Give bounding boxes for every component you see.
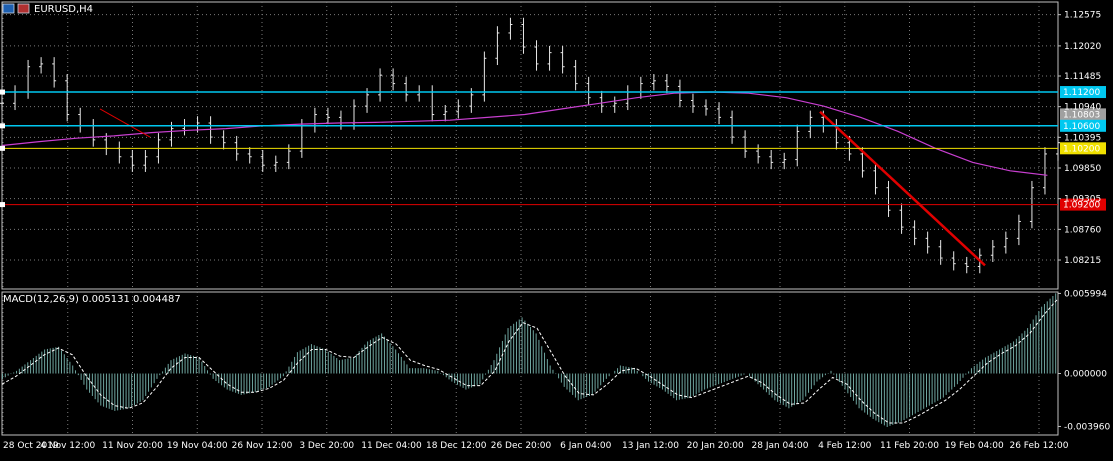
- time-tick-label: 4 Nov 12:00: [40, 441, 95, 451]
- trend-line[interactable]: [99, 108, 986, 267]
- macd-tick-label: -0.003960: [1064, 422, 1110, 432]
- price-tick-label: 1.12575: [1064, 11, 1101, 21]
- level-handle[interactable]: [0, 202, 5, 208]
- time-tick-label: 3 Dec 20:00: [299, 441, 354, 451]
- time-tick-label: 11 Nov 20:00: [102, 441, 163, 451]
- time-tick-label: 13 Jan 12:00: [622, 441, 679, 451]
- time-tick-label: 28 Jan 04:00: [752, 441, 809, 451]
- flag-icon: [17, 3, 30, 14]
- price-tick-label: 1.12020: [1064, 42, 1101, 52]
- price-tick-label: 1.09850: [1064, 164, 1101, 174]
- time-tick-label: 19 Feb 04:00: [945, 441, 1004, 451]
- chart-type-icon: [2, 3, 15, 14]
- time-tick-label: 26 Dec 20:00: [491, 441, 552, 451]
- level-price-label: 1.10200: [1063, 144, 1100, 154]
- chart-canvas[interactable]: 1.112001.108031.106001.102001.09200 1.12…: [0, 0, 1113, 457]
- short-trend-line[interactable]: [99, 108, 151, 138]
- indicator-title: MACD(12,26,9) 0.005131 0.004487: [3, 294, 181, 305]
- time-tick-label: 11 Dec 04:00: [361, 441, 422, 451]
- level-price-label: 1.11200: [1063, 88, 1100, 98]
- price-tick-label: 1.08215: [1064, 256, 1101, 266]
- price-tick-label: 1.08760: [1064, 225, 1101, 235]
- time-tick-label: 26 Nov 12:00: [232, 441, 293, 451]
- macd-tick-label: 0.000000: [1064, 370, 1107, 380]
- price-tick-label: 1.10940: [1064, 103, 1101, 113]
- axes: 1.12575 1.12020 1.11485 1.10940 1.10395 1.098…: [3, 11, 1110, 451]
- horizontal-levels[interactable]: 1.112001.108031.106001.102001.09200: [0, 86, 1106, 211]
- chart-window[interactable]: 1.11200 1.10803 1.10600 1.10200 1.09200 1.12…: [0, 0, 1113, 457]
- level-handle[interactable]: [0, 89, 5, 95]
- time-tick-label: 19 Nov 04:00: [167, 441, 228, 451]
- time-tick-label: 6 Jan 04:00: [560, 441, 612, 451]
- time-tick-label: 20 Jan 20:00: [687, 441, 744, 451]
- price-tick-label: 1.10395: [1064, 133, 1101, 143]
- price-tick-label: 1.09305: [1064, 195, 1101, 205]
- time-tick-label: 18 Dec 12:00: [426, 441, 487, 451]
- symbol-header: EURUSD,H4: [2, 3, 93, 15]
- level-price-label: 1.10600: [1063, 122, 1100, 132]
- time-tick-label: 4 Feb 12:00: [818, 441, 872, 451]
- price-panel-frame: [1, 1, 1059, 290]
- level-handle[interactable]: [0, 145, 5, 151]
- macd-tick-label: 0.005994: [1064, 289, 1107, 299]
- time-tick-label: 26 Feb 12:00: [1009, 441, 1068, 451]
- level-handle[interactable]: [0, 123, 5, 129]
- time-tick-label: 11 Feb 20:00: [880, 441, 939, 451]
- macd-panel: [1, 293, 1059, 427]
- symbol-title: EURUSD,H4: [34, 4, 93, 15]
- price-tick-label: 1.11485: [1064, 72, 1101, 82]
- price-series: [0, 17, 1060, 274]
